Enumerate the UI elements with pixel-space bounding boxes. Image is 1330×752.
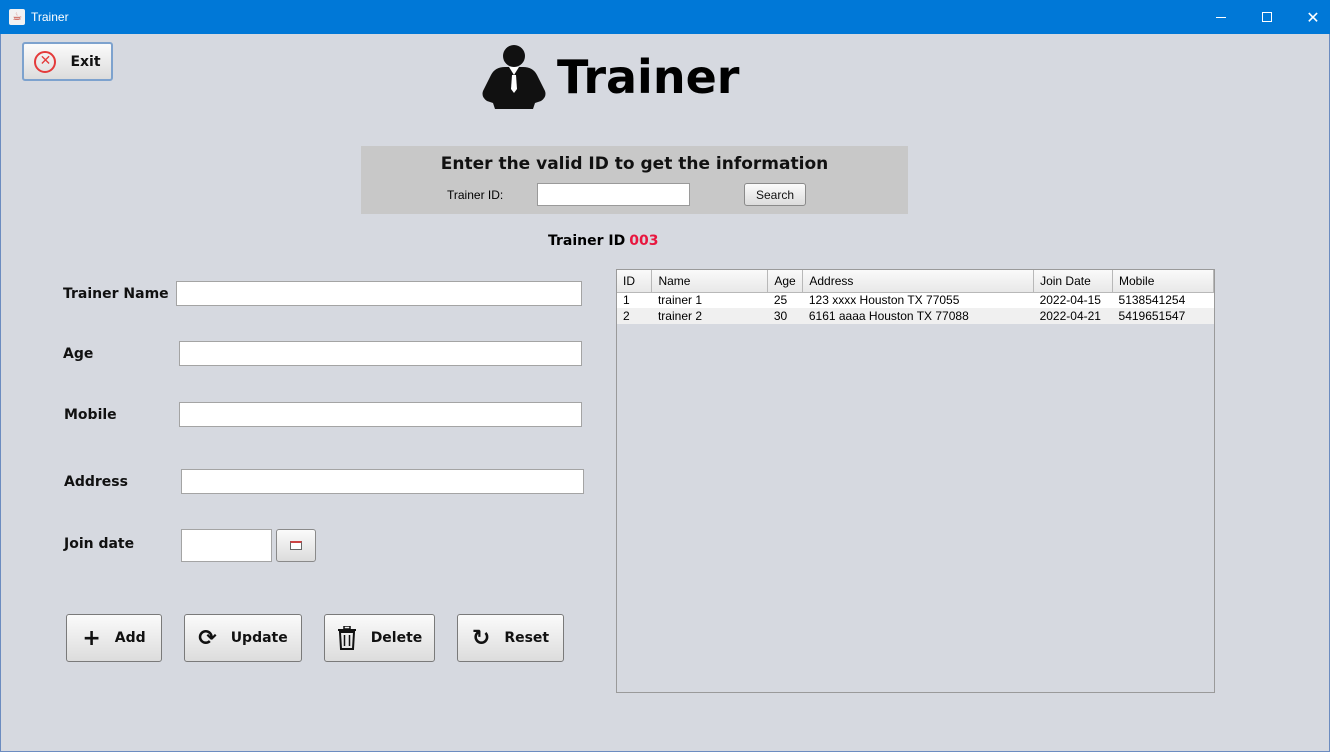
cell-mobile: 5419651547 [1112, 308, 1214, 324]
age-input[interactable] [179, 341, 582, 366]
maximize-icon [1262, 12, 1272, 22]
close-button[interactable]: ✕ [1290, 0, 1330, 34]
trainer-name-input[interactable] [176, 281, 582, 306]
trainer-id-search-label: Trainer ID: [447, 188, 504, 202]
join-date-label: Join date [64, 536, 135, 552]
reset-label: Reset [504, 630, 550, 646]
minimize-button[interactable] [1198, 0, 1244, 34]
exit-button[interactable]: ✕ Exit [22, 42, 113, 81]
add-button[interactable]: + Add [66, 614, 162, 662]
delete-button[interactable]: Delete [324, 614, 435, 662]
trainer-id-search-input[interactable] [537, 183, 690, 206]
cell-id: 1 [617, 292, 652, 308]
delete-label: Delete [370, 630, 423, 646]
reset-button[interactable]: ↻ Reset [457, 614, 564, 662]
refresh-icon: ⟳ [198, 625, 217, 651]
trainer-table[interactable]: ID Name Age Address Join Date Mobile 1 t… [616, 269, 1215, 693]
cell-name: trainer 2 [651, 308, 768, 324]
minimize-icon [1216, 16, 1226, 18]
column-header-address[interactable]: Address [802, 270, 1035, 293]
window-title: Trainer [31, 10, 69, 24]
exit-icon: ✕ [34, 50, 57, 73]
column-header-join-date[interactable]: Join Date [1033, 270, 1114, 293]
page-header: Trainer [481, 44, 739, 110]
trainer-id-label: Trainer ID [548, 233, 626, 249]
address-input[interactable] [181, 469, 584, 494]
search-button[interactable]: Search [744, 183, 806, 206]
cell-address: 123 xxxx Houston TX 77055 [802, 292, 1034, 308]
update-button[interactable]: ⟳ Update [184, 614, 302, 662]
column-header-mobile[interactable]: Mobile [1112, 270, 1214, 293]
trainer-name-label: Trainer Name [63, 286, 169, 302]
maximize-button[interactable] [1244, 0, 1290, 34]
page-title: Trainer [557, 50, 740, 104]
table-row[interactable]: 2 trainer 2 30 6161 aaaa Houston TX 7708… [617, 308, 1214, 324]
reset-icon: ↻ [471, 625, 491, 651]
mobile-label: Mobile [64, 407, 117, 423]
column-header-name[interactable]: Name [651, 270, 769, 293]
trainer-id-display: Trainer ID 003 [548, 233, 658, 249]
cell-address: 6161 aaaa Houston TX 77088 [802, 308, 1034, 324]
column-header-id[interactable]: ID [617, 270, 653, 293]
plus-icon: + [82, 625, 101, 651]
table-header-row: ID Name Age Address Join Date Mobile [617, 270, 1214, 293]
search-panel: Enter the valid ID to get the informatio… [361, 146, 908, 214]
calendar-icon [290, 541, 302, 550]
cell-join-date: 2022-04-21 [1033, 308, 1113, 324]
column-header-age[interactable]: Age [767, 270, 804, 293]
java-app-icon: ☕ [9, 9, 25, 25]
cell-join-date: 2022-04-15 [1033, 292, 1113, 308]
add-label: Add [114, 630, 146, 646]
close-icon: ✕ [1306, 7, 1320, 27]
table-row[interactable]: 1 trainer 1 25 123 xxxx Houston TX 77055… [617, 292, 1214, 308]
cell-name: trainer 1 [651, 292, 768, 308]
date-picker-button[interactable] [276, 529, 316, 562]
trainer-icon [482, 45, 546, 109]
cell-mobile: 5138541254 [1112, 292, 1214, 308]
update-label: Update [230, 630, 288, 646]
age-label: Age [63, 346, 94, 362]
title-bar: ☕ Trainer ✕ [0, 0, 1330, 34]
cell-age: 25 [767, 292, 803, 308]
address-label: Address [64, 474, 128, 490]
trash-icon [337, 626, 356, 650]
search-instruction: Enter the valid ID to get the informatio… [440, 154, 829, 174]
mobile-input[interactable] [179, 402, 582, 427]
cell-id: 2 [617, 308, 652, 324]
cell-age: 30 [767, 308, 803, 324]
exit-label: Exit [70, 53, 101, 70]
join-date-input[interactable] [181, 529, 272, 562]
trainer-id-value: 003 [629, 233, 659, 249]
